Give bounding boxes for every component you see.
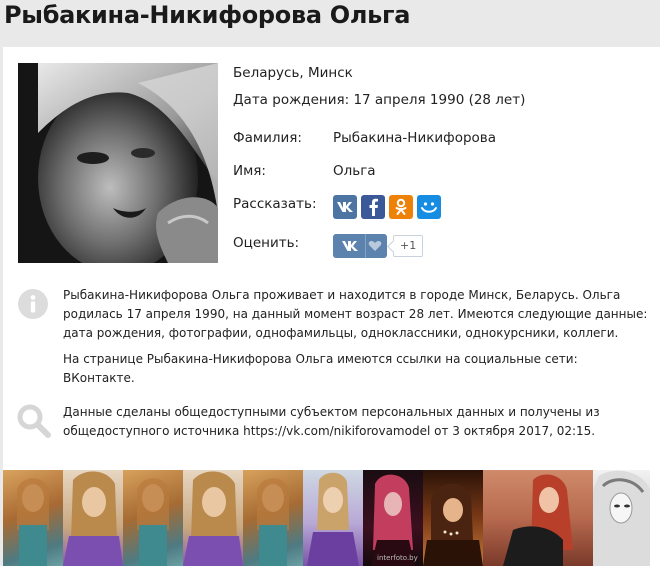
facebook-icon bbox=[369, 198, 378, 216]
firstname-label: Имя: bbox=[233, 163, 266, 179]
gallery-photo[interactable] bbox=[423, 470, 483, 566]
share-facebook-button[interactable] bbox=[361, 195, 385, 219]
source-paragraph: Данные сделаны общедоступными субъектом … bbox=[63, 405, 600, 438]
rate-widget: +1 bbox=[333, 234, 424, 258]
surname-value: Рыбакина-Никифорова bbox=[333, 130, 497, 146]
profile-photo-image bbox=[18, 63, 218, 263]
share-odnoklassniki-button[interactable] bbox=[389, 195, 413, 219]
odnoklassniki-icon bbox=[395, 198, 407, 215]
info-icon bbox=[18, 289, 48, 319]
gallery-photo[interactable] bbox=[303, 470, 363, 566]
watermark-text: interfoto.by bbox=[377, 554, 418, 562]
rate-count: +1 bbox=[393, 235, 424, 257]
gallery-photo[interactable] bbox=[183, 470, 243, 566]
vk-icon bbox=[342, 241, 358, 251]
gallery-photo[interactable] bbox=[483, 470, 593, 566]
gallery-photo[interactable] bbox=[63, 470, 123, 566]
vk-icon bbox=[337, 202, 353, 212]
description-paragraph-2: На странице Рыбакина-Никифорова Ольга им… bbox=[63, 352, 578, 385]
gallery-photo[interactable] bbox=[3, 470, 63, 566]
share-label: Рассказать: bbox=[233, 196, 317, 212]
location-text: Беларусь, Минск bbox=[233, 65, 353, 81]
info-glyph bbox=[30, 295, 36, 313]
share-moimir-button[interactable] bbox=[417, 195, 441, 219]
vk-like-button[interactable] bbox=[333, 234, 387, 258]
profile-card: Беларусь, Минск Дата рождения: 17 апреля… bbox=[3, 47, 660, 566]
photo-gallery: interfoto.by bbox=[3, 470, 660, 566]
description-paragraph-1: Рыбакина-Никифорова Ольга проживает и на… bbox=[63, 288, 648, 340]
firstname-value: Ольга bbox=[333, 163, 376, 179]
moimir-icon bbox=[421, 202, 437, 213]
gallery-photo[interactable] bbox=[243, 470, 303, 566]
page-title: Рыбакина-Никифорова Ольга bbox=[4, 1, 411, 29]
gallery-photo[interactable] bbox=[123, 470, 183, 566]
profile-photo[interactable] bbox=[18, 63, 218, 263]
divider bbox=[365, 234, 366, 258]
search-icon bbox=[16, 403, 52, 439]
share-vk-button[interactable] bbox=[333, 195, 357, 219]
birth-date-text: Дата рождения: 17 апреля 1990 (28 лет) bbox=[233, 92, 526, 108]
rate-label: Оценить: bbox=[233, 235, 300, 251]
heart-icon bbox=[368, 241, 382, 251]
surname-label: Фамилия: bbox=[233, 130, 302, 146]
gallery-photo[interactable]: interfoto.by bbox=[363, 470, 423, 566]
gallery-photo[interactable] bbox=[593, 470, 650, 566]
